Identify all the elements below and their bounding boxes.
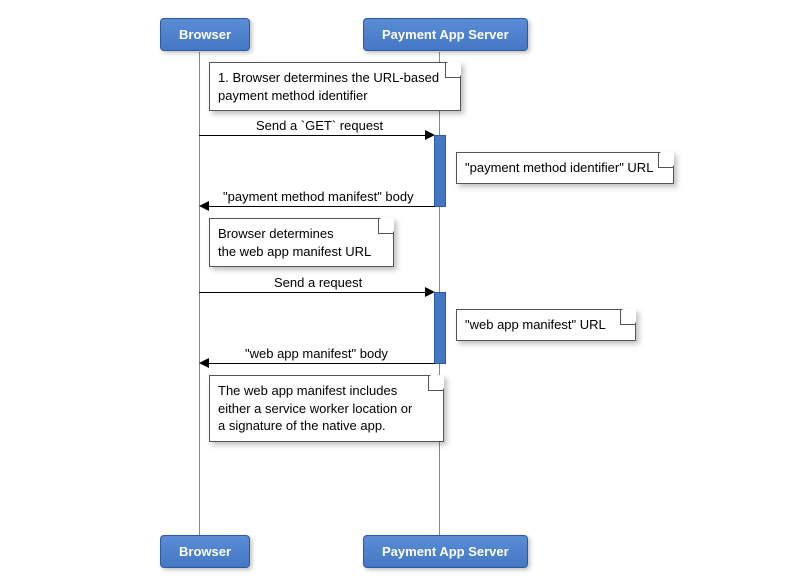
note-step1: 1. Browser determines the URL-based paym…: [209, 62, 461, 111]
note-determine-webmanifest: Browser determines the web app manifest …: [209, 218, 394, 267]
participant-label: Payment App Server: [382, 544, 509, 559]
note-line: "payment method identifier" URL: [465, 160, 653, 175]
participant-label: Browser: [179, 544, 231, 559]
msg-send-request-label: Send a request: [274, 275, 362, 290]
participant-label: Payment App Server: [382, 27, 509, 42]
note-line: Browser determines: [218, 226, 334, 241]
msg-get-request-label: Send a `GET` request: [256, 118, 383, 133]
lifeline-browser: [199, 52, 200, 535]
note-line: either a service worker location or: [218, 401, 412, 416]
participant-browser-top: Browser: [160, 18, 250, 51]
note-line: "web app manifest" URL: [465, 317, 606, 332]
arrow-icon: [199, 201, 209, 211]
note-manifest-includes: The web app manifest includes either a s…: [209, 375, 444, 442]
note-line: payment method identifier: [218, 88, 368, 103]
note-line: the web app manifest URL: [218, 244, 371, 259]
arrow-icon: [199, 358, 209, 368]
activation-server-2: [434, 292, 446, 364]
note-line: The web app manifest includes: [218, 383, 397, 398]
participant-label: Browser: [179, 27, 231, 42]
note-pmi-url: "payment method identifier" URL: [456, 152, 674, 184]
msg-webmanifest-body-label: "web app manifest" body: [245, 346, 388, 361]
participant-server-bottom: Payment App Server: [363, 535, 528, 568]
participant-server-top: Payment App Server: [363, 18, 528, 51]
msg-webmanifest-body-arrow: [209, 363, 435, 364]
msg-manifest-body-label: "payment method manifest" body: [223, 189, 414, 204]
activation-server-1: [434, 135, 446, 207]
msg-manifest-body-arrow: [209, 206, 435, 207]
note-webmanifest-url: "web app manifest" URL: [456, 309, 636, 341]
participant-browser-bottom: Browser: [160, 535, 250, 568]
msg-get-request-arrow: [199, 135, 425, 136]
note-line: a signature of the native app.: [218, 418, 386, 433]
note-line: 1. Browser determines the URL-based: [218, 70, 439, 85]
msg-send-request-arrow: [199, 292, 425, 293]
